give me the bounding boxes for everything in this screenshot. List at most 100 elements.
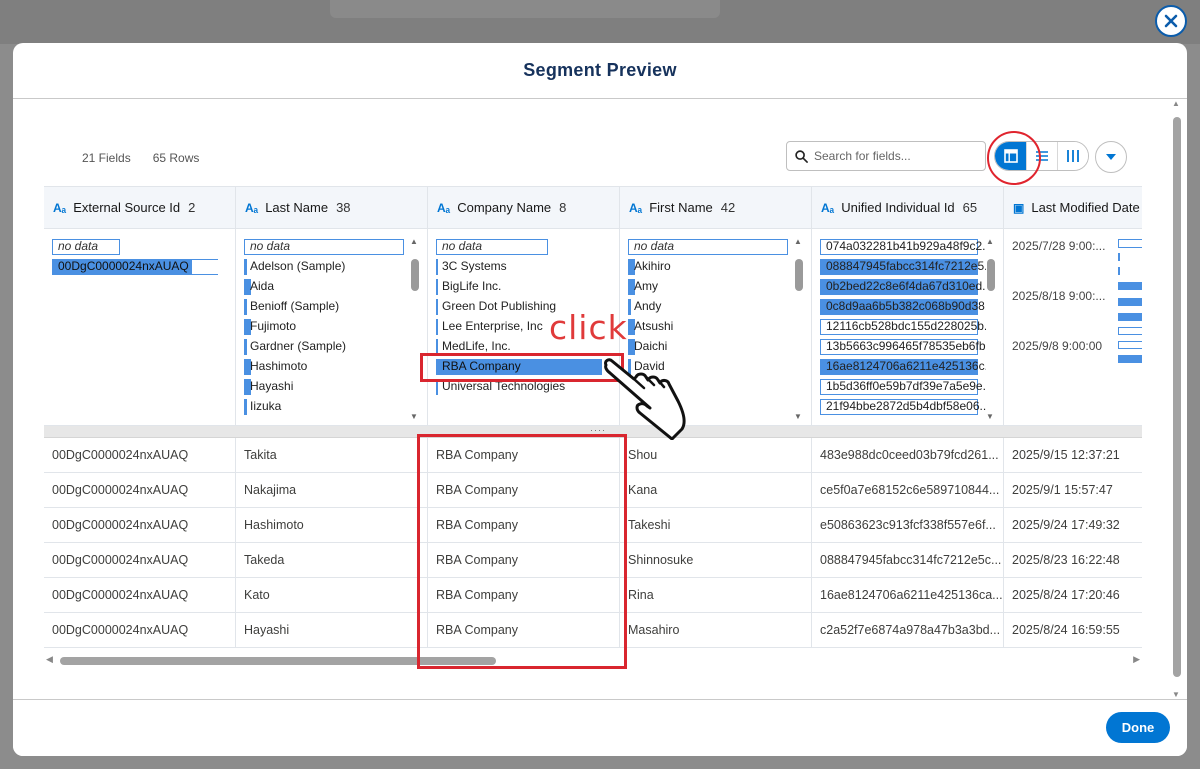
table-cell: Hayashi	[236, 613, 428, 647]
facet-scrollbar[interactable]: ▲ ▼	[794, 237, 803, 421]
column-label: First Name	[649, 200, 713, 215]
table-row[interactable]: 00DgC0000024nxAUAQ Takita RBA Company Sh…	[44, 438, 1142, 473]
column-header-unified-individual-id[interactable]: Aₐ Unified Individual Id 65	[812, 187, 1004, 228]
table-cell: 00DgC0000024nxAUAQ	[44, 438, 236, 472]
table-cell: Takita	[236, 438, 428, 472]
more-options-button[interactable]	[1095, 141, 1127, 173]
table-cell: Takeshi	[620, 508, 812, 542]
facet-option[interactable]: Fujimoto	[244, 317, 410, 337]
facet-external-source-id: no data 00DgC0000024nxAUAQ	[44, 229, 236, 425]
close-icon	[1164, 14, 1178, 28]
table-cell: RBA Company	[428, 543, 620, 577]
vertical-scrollbar[interactable]: ▲ ▼	[1172, 99, 1182, 699]
done-button[interactable]: Done	[1106, 712, 1170, 743]
facet-option-selected[interactable]: RBA Company	[436, 357, 602, 377]
facet-option[interactable]: Benioff (Sample)	[244, 297, 410, 317]
modal-footer: Done	[13, 699, 1187, 756]
table-cell: 2025/9/1 15:57:47	[1004, 473, 1142, 507]
facet-option[interactable]: 3C Systems	[436, 257, 602, 277]
facet-option[interactable]: Hashimoto	[244, 357, 410, 377]
column-label: Last Modified Date	[1031, 200, 1140, 215]
facet-option[interactable]: Hayashi	[244, 377, 410, 397]
column-label: Company Name	[457, 200, 552, 215]
table-row[interactable]: 00DgC0000024nxAUAQ Nakajima RBA Company …	[44, 473, 1142, 508]
facet-option[interactable]: Aida	[244, 277, 410, 297]
modal-header: Segment Preview	[13, 43, 1187, 99]
list-view-button[interactable]	[1026, 142, 1057, 170]
facet-option[interactable]: Adelson (Sample)	[244, 257, 410, 277]
facet-option[interactable]: Gardner (Sample)	[244, 337, 410, 357]
facet-option[interactable]: 074a032281b41b929a48f9c2...	[820, 237, 986, 257]
field-search[interactable]	[786, 141, 986, 171]
facet-option-no-data[interactable]: no data	[52, 237, 218, 257]
table-row[interactable]: 00DgC0000024nxAUAQ Takeda RBA Company Sh…	[44, 543, 1142, 578]
column-view-icon	[1067, 150, 1079, 162]
facet-option[interactable]: 088847945fabcc314fc7212e5...	[820, 257, 986, 277]
column-header-last-name[interactable]: Aₐ Last Name 38	[236, 187, 428, 228]
facet-option[interactable]: 16ae8124706a6211e425136c...	[820, 357, 986, 377]
facet-option-no-data[interactable]: no data	[244, 237, 410, 257]
table-cell: RBA Company	[428, 578, 620, 612]
column-header-company-name[interactable]: Aₐ Company Name 8	[428, 187, 620, 228]
facet-option[interactable]: 13b5663c996465f78535eb6fb...	[820, 337, 986, 357]
facet-option[interactable]: Akihiro	[628, 257, 794, 277]
facet-option[interactable]: David	[628, 357, 794, 377]
scroll-left-icon[interactable]: ◀	[46, 654, 53, 665]
facet-option-no-data[interactable]: no data	[628, 237, 794, 257]
vertical-scroll-thumb[interactable]	[1173, 117, 1181, 677]
horizontal-scrollbar[interactable]: ◀ ▶	[44, 654, 1142, 668]
column-header-external-source-id[interactable]: Aₐ External Source Id 2	[44, 187, 236, 228]
facet-option-no-data[interactable]: no data	[436, 237, 602, 257]
facet-last-name: no data Adelson (Sample) Aida Benioff (S…	[236, 229, 428, 425]
facet-option[interactable]: 1b5d36ff0e59b7df39e7a5e9e...	[820, 377, 986, 397]
column-header-last-modified-date[interactable]: ▣ Last Modified Date	[1004, 187, 1142, 228]
facet-option[interactable]: 0b2bed22c8e6f4da67d310ed...	[820, 277, 986, 297]
text-type-icon: Aₐ	[53, 200, 67, 215]
column-label: External Source Id	[73, 200, 181, 215]
grid-view-button[interactable]	[995, 142, 1026, 170]
close-modal-button[interactable]	[1155, 5, 1187, 37]
text-type-icon: Aₐ	[629, 200, 643, 215]
scroll-down-icon[interactable]: ▼	[1172, 690, 1180, 699]
table-cell: ce5f0a7e68152c6e589710844...	[812, 473, 1004, 507]
facet-option[interactable]: Universal Technologies	[436, 377, 602, 397]
column-view-button[interactable]	[1057, 142, 1088, 170]
facet-option[interactable]: 12116cb528bdc155d228025b...	[820, 317, 986, 337]
facet-option[interactable]: 00DgC0000024nxAUAQ	[52, 257, 218, 277]
table-row[interactable]: 00DgC0000024nxAUAQ Kato RBA Company Rina…	[44, 578, 1142, 613]
date-histogram[interactable]	[1118, 237, 1142, 377]
grid-view-icon	[1003, 149, 1018, 163]
table-row[interactable]: 00DgC0000024nxAUAQ Hashimoto RBA Company…	[44, 508, 1142, 543]
column-count: 42	[720, 200, 736, 215]
fields-count: 21 Fields	[82, 151, 131, 165]
table-cell: RBA Company	[428, 438, 620, 472]
facet-option[interactable]: Iizuka	[244, 397, 410, 417]
table-cell: Nakajima	[236, 473, 428, 507]
scroll-up-icon[interactable]: ▲	[1172, 99, 1180, 108]
column-header-first-name[interactable]: Aₐ First Name 42	[620, 187, 812, 228]
table-cell: 00DgC0000024nxAUAQ	[44, 578, 236, 612]
facet-option[interactable]: Andy	[628, 297, 794, 317]
scroll-right-icon[interactable]: ▶	[1133, 654, 1140, 665]
table-row[interactable]: 00DgC0000024nxAUAQ Hayashi RBA Company M…	[44, 613, 1142, 648]
facet-scrollbar[interactable]: ▲ ▼	[410, 237, 419, 421]
table-cell: 16ae8124706a6211e425136ca...	[812, 578, 1004, 612]
table-cell: Shou	[620, 438, 812, 472]
facet-option[interactable]: Atsushi	[628, 317, 794, 337]
table-cell: e50863623c913fcf338f557e6f...	[812, 508, 1004, 542]
facet-option[interactable]: BigLife Inc.	[436, 277, 602, 297]
facet-option[interactable]: Amy	[628, 277, 794, 297]
modal-title: Segment Preview	[523, 60, 677, 80]
facet-option[interactable]: Daichi	[628, 337, 794, 357]
horizontal-scroll-thumb[interactable]	[60, 657, 496, 665]
table-cell: 483e988dc0ceed03b79fcd261...	[812, 438, 1004, 472]
search-input[interactable]	[814, 149, 974, 163]
column-count: 8	[559, 200, 567, 215]
view-toggle-group	[994, 141, 1089, 171]
facet-option[interactable]: 21f94bbe2872d5b4dbf58e06...	[820, 397, 986, 417]
facet-first-name: no data Akihiro Amy Andy Atsushi Daichi …	[620, 229, 812, 425]
facet-option[interactable]: 0c8d9aa6b5b382c068b90d38...	[820, 297, 986, 317]
facet-scrollbar[interactable]: ▲ ▼	[986, 237, 995, 421]
search-icon	[795, 149, 808, 163]
resize-divider[interactable]: ····	[44, 425, 1142, 438]
